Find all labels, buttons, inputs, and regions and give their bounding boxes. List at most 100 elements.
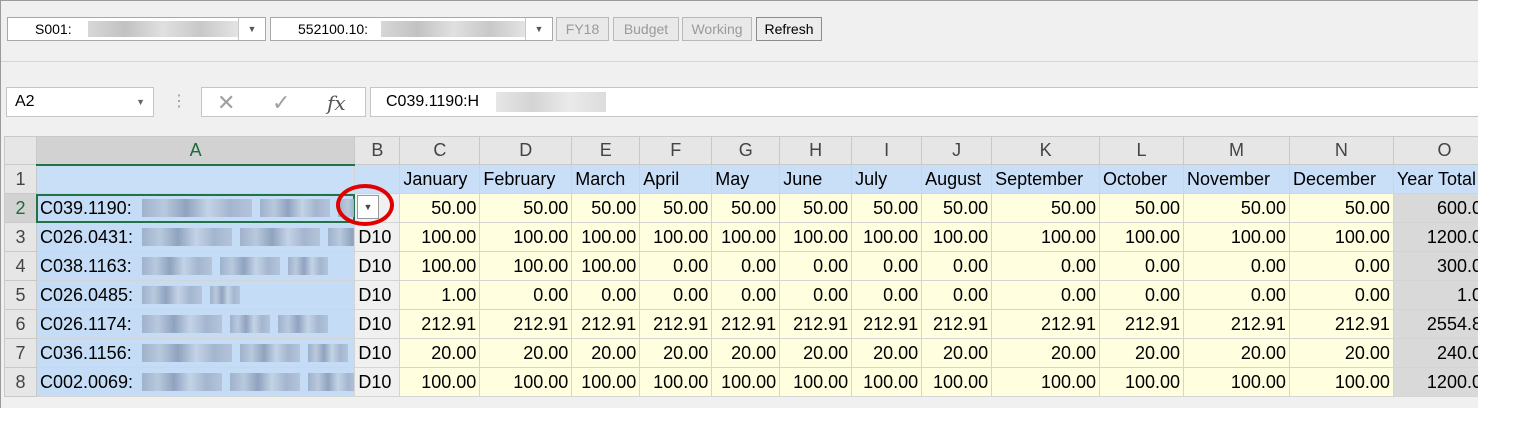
value-cell[interactable]: 0.00 (779, 251, 853, 281)
value-cell[interactable]: 20.00 (991, 338, 1101, 368)
value-cell[interactable]: 100.00 (639, 222, 713, 252)
value-cell[interactable]: 100.00 (851, 222, 923, 252)
dept-cell[interactable]: D10 (354, 251, 401, 281)
value-cell[interactable]: 100.00 (571, 222, 641, 252)
row-number[interactable]: 7 (4, 338, 37, 368)
dept-cell[interactable]: D10 (354, 280, 401, 310)
value-cell[interactable]: 0.00 (639, 251, 713, 281)
chevron-down-icon[interactable]: ▼ (238, 18, 265, 40)
value-cell[interactable]: 100.00 (711, 367, 781, 397)
column-header-a[interactable]: A (35, 136, 356, 166)
row-number[interactable]: 3 (4, 222, 37, 252)
value-cell[interactable]: 0.00 (639, 280, 713, 310)
value-cell[interactable]: 0.00 (1288, 280, 1394, 310)
column-header-j[interactable]: J (921, 136, 993, 165)
value-cell[interactable]: 212.91 (1288, 309, 1394, 339)
value-cell[interactable]: 0.00 (571, 280, 641, 310)
account-cell[interactable]: C038.1163: (35, 251, 356, 281)
value-cell[interactable]: 50.00 (851, 193, 923, 223)
dept-cell[interactable]: D10 (354, 338, 401, 368)
value-cell[interactable]: 50.00 (779, 193, 853, 223)
value-cell[interactable]: 100.00 (571, 367, 641, 397)
close-icon[interactable]: ✕ (217, 90, 235, 116)
value-cell[interactable]: 50.00 (1288, 193, 1394, 223)
value-cell[interactable]: 212.91 (779, 309, 853, 339)
value-cell[interactable]: 1.00 (399, 280, 481, 310)
row-number[interactable]: 5 (4, 280, 37, 310)
month-header[interactable]: May (711, 164, 781, 194)
account-cell[interactable]: C026.0485: (35, 280, 356, 310)
dept-cell[interactable]: D10 (354, 309, 401, 339)
month-header[interactable]: September (991, 164, 1101, 194)
value-cell[interactable]: 50.00 (1099, 193, 1184, 223)
value-cell[interactable]: 100.00 (479, 222, 573, 252)
value-cell[interactable]: 20.00 (779, 338, 853, 368)
dept-cell[interactable]: D10 (354, 222, 401, 252)
value-cell[interactable]: 212.91 (991, 309, 1101, 339)
value-cell[interactable]: 100.00 (399, 251, 481, 281)
value-cell[interactable]: 0.00 (1099, 280, 1184, 310)
value-cell[interactable]: 100.00 (851, 367, 923, 397)
value-cell[interactable]: 100.00 (779, 367, 853, 397)
chevron-down-icon[interactable]: ▼ (525, 18, 552, 40)
column-header-n[interactable]: N (1288, 136, 1394, 165)
value-cell[interactable]: 0.00 (851, 280, 923, 310)
value-cell[interactable]: 0.00 (1099, 251, 1184, 281)
value-cell[interactable]: 20.00 (1288, 338, 1394, 368)
value-cell[interactable]: 0.00 (921, 280, 993, 310)
value-cell[interactable]: 100.00 (1183, 367, 1290, 397)
value-cell[interactable]: 20.00 (399, 338, 481, 368)
value-cell[interactable]: 212.91 (851, 309, 923, 339)
value-cell[interactable]: 212.91 (479, 309, 573, 339)
version-button[interactable]: Working (682, 17, 752, 41)
account-cell[interactable]: C026.1174: (35, 309, 356, 339)
account-cell[interactable]: C026.0431: (35, 222, 356, 252)
value-cell[interactable]: 20.00 (851, 338, 923, 368)
value-cell[interactable]: 100.00 (1288, 367, 1394, 397)
row-number[interactable]: 6 (4, 309, 37, 339)
value-cell[interactable]: 50.00 (639, 193, 713, 223)
more-icon[interactable]: ⋮ (171, 91, 187, 111)
column-header-f[interactable]: F (639, 136, 713, 165)
month-header[interactable]: June (779, 164, 853, 194)
value-cell[interactable]: 0.00 (991, 280, 1101, 310)
value-cell[interactable]: 100.00 (1288, 222, 1394, 252)
account-cell[interactable]: C036.1156: (35, 338, 356, 368)
value-cell[interactable]: 20.00 (639, 338, 713, 368)
value-cell[interactable]: 100.00 (991, 222, 1101, 252)
value-cell[interactable]: 50.00 (921, 193, 993, 223)
value-cell[interactable]: 212.91 (399, 309, 481, 339)
row-number[interactable]: 8 (4, 367, 37, 397)
column-header-k[interactable]: K (991, 136, 1101, 165)
value-cell[interactable]: 100.00 (399, 222, 481, 252)
column-header-g[interactable]: G (711, 136, 781, 165)
month-header[interactable]: August (921, 164, 993, 194)
account-dropdown[interactable]: 552100.10: ▼ (270, 17, 553, 41)
value-cell[interactable]: 20.00 (1183, 338, 1290, 368)
value-cell[interactable]: 20.00 (479, 338, 573, 368)
month-header[interactable]: February (479, 164, 573, 194)
entity-dropdown[interactable]: S001: ▼ (7, 17, 266, 41)
value-cell[interactable]: 20.00 (711, 338, 781, 368)
value-cell[interactable]: 50.00 (991, 193, 1101, 223)
value-cell[interactable]: 100.00 (479, 367, 573, 397)
month-header[interactable]: December (1288, 164, 1394, 194)
value-cell[interactable]: 50.00 (1183, 193, 1290, 223)
value-cell[interactable]: 0.00 (921, 251, 993, 281)
value-cell[interactable]: 212.91 (1099, 309, 1184, 339)
value-cell[interactable]: 100.00 (1099, 367, 1184, 397)
column-header-h[interactable]: H (779, 136, 853, 165)
month-header[interactable]: October (1099, 164, 1184, 194)
value-cell[interactable]: 0.00 (851, 251, 923, 281)
refresh-button[interactable]: Refresh (756, 17, 822, 41)
month-header[interactable]: March (571, 164, 641, 194)
month-header[interactable]: January (399, 164, 481, 194)
row-number[interactable]: 4 (4, 251, 37, 281)
value-cell[interactable]: 100.00 (1183, 222, 1290, 252)
value-cell[interactable]: 0.00 (479, 280, 573, 310)
cell-a1[interactable] (35, 164, 356, 194)
scenario-button[interactable]: Budget (613, 17, 679, 41)
value-cell[interactable]: 0.00 (779, 280, 853, 310)
value-cell[interactable]: 0.00 (1183, 251, 1290, 281)
value-cell[interactable]: 100.00 (779, 222, 853, 252)
